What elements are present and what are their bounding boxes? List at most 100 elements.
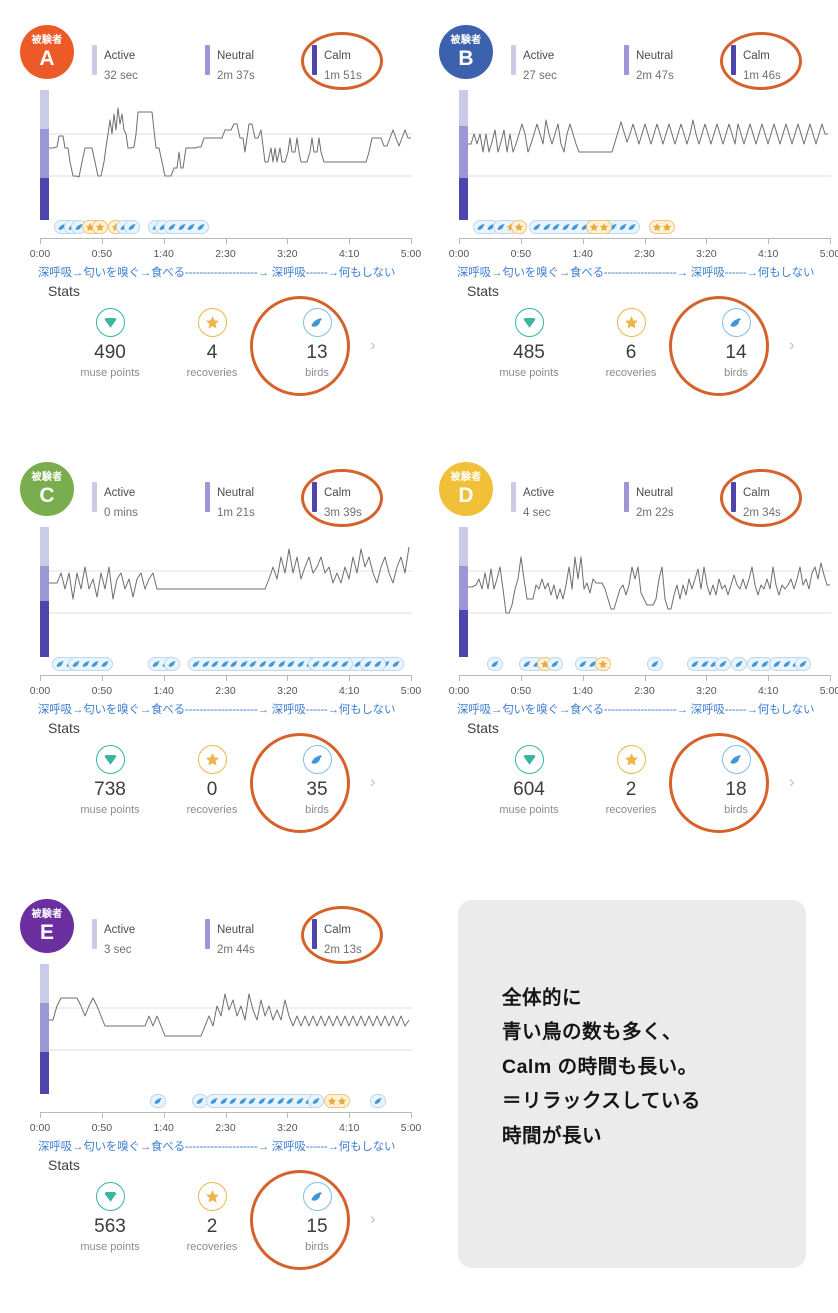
bird-marker-icon xyxy=(691,661,699,667)
bird-marker-icon xyxy=(341,661,348,667)
event-marker-group[interactable] xyxy=(360,657,386,671)
legend-segment-active xyxy=(459,527,468,566)
event-marker-group[interactable] xyxy=(164,657,180,671)
chevron-right-icon[interactable]: › xyxy=(789,336,795,353)
event-marker-group[interactable] xyxy=(547,657,563,671)
time-axis xyxy=(40,675,412,685)
metric-active: Active 32 sec xyxy=(92,45,138,85)
legend-segment-calm xyxy=(40,1052,49,1094)
bird-marker-icon xyxy=(783,661,790,667)
axis-tick xyxy=(830,239,831,244)
stat-recoveries[interactable]: 2 recoveries xyxy=(157,1182,267,1253)
stat-muse-points[interactable]: 604 muse points xyxy=(474,745,584,816)
event-marker-group[interactable] xyxy=(529,220,640,234)
event-marker-group[interactable] xyxy=(795,657,811,671)
bird-marker-icon xyxy=(229,1098,237,1104)
metric-active: Active 4 sec xyxy=(511,482,554,522)
stat-recoveries[interactable]: 0 recoveries xyxy=(157,745,267,816)
calm-value: 2m 13s xyxy=(324,944,362,956)
event-marker-group[interactable] xyxy=(647,657,663,671)
stats-heading: Stats xyxy=(48,1157,80,1173)
event-marker-group[interactable] xyxy=(68,657,113,671)
bird-marker-icon xyxy=(571,224,579,230)
signal-plot xyxy=(49,964,412,1094)
event-marker-group[interactable] xyxy=(150,1094,166,1108)
time-axis-labels: 0:00 0:50 1:40 2:30 3:20 4:10 5:00 xyxy=(448,248,838,262)
event-marker-group[interactable] xyxy=(715,657,731,671)
stat-birds[interactable]: 35 birds xyxy=(262,745,372,816)
stat-muse-points[interactable]: 490 muse points xyxy=(55,308,165,379)
event-marker-group[interactable] xyxy=(731,657,747,671)
event-marker-group[interactable] xyxy=(324,1094,350,1108)
axis-tick-label: 1:40 xyxy=(153,685,174,697)
signal-plot xyxy=(49,527,412,657)
time-axis-labels: 0:00 0:50 1:40 2:30 3:20 4:10 5:00 xyxy=(30,685,421,699)
bird-marker-icon xyxy=(287,661,295,667)
event-marker-group[interactable] xyxy=(308,1094,324,1108)
stat-birds[interactable]: 14 birds xyxy=(681,308,791,379)
neutral-label: Neutral xyxy=(636,50,674,62)
axis-tick-label: 0:00 xyxy=(448,248,470,260)
legend-segment-active xyxy=(40,527,49,566)
event-marker-group[interactable] xyxy=(487,657,503,671)
event-marker-group[interactable] xyxy=(308,657,353,671)
event-marker-group[interactable] xyxy=(586,220,612,234)
chevron-right-icon[interactable]: › xyxy=(789,773,795,790)
chevron-right-icon[interactable]: › xyxy=(370,773,376,790)
event-marker-group[interactable] xyxy=(595,657,611,671)
event-marker-group[interactable] xyxy=(370,1094,386,1108)
stat-muse-points[interactable]: 563 muse points xyxy=(55,1182,165,1253)
axis-tick-label: 5:00 xyxy=(819,248,838,260)
state-legend-bar xyxy=(40,527,49,657)
stat-birds[interactable]: 18 birds xyxy=(681,745,791,816)
recoveries-caption: recoveries xyxy=(186,1240,238,1253)
axis-tick xyxy=(459,239,460,244)
axis-tick xyxy=(706,239,708,244)
stats-row: 490 muse points 4 recoveries 13 birds › xyxy=(40,296,412,398)
chevron-right-icon[interactable]: › xyxy=(370,1210,376,1227)
star-marker-icon xyxy=(598,660,608,668)
stat-recoveries[interactable]: 4 recoveries xyxy=(157,308,267,379)
stat-recoveries[interactable]: 6 recoveries xyxy=(576,308,686,379)
time-axis-labels: 0:00 0:50 1:40 2:30 3:20 4:10 5:00 xyxy=(30,248,421,262)
muse-points-caption: muse points xyxy=(80,803,140,816)
calm-value: 1m 51s xyxy=(324,70,362,82)
star-marker-icon xyxy=(514,223,524,231)
active-color-bar xyxy=(92,45,97,75)
event-marker-group[interactable] xyxy=(649,220,675,234)
birds-caption: birds xyxy=(724,366,748,379)
event-marker-group[interactable] xyxy=(206,1094,317,1108)
event-marker-group[interactable] xyxy=(124,220,140,234)
axis-tick xyxy=(40,1113,41,1118)
event-marker-group[interactable] xyxy=(164,220,209,234)
event-marker-group[interactable] xyxy=(92,220,108,234)
bird-marker-icon xyxy=(497,224,505,230)
chevron-right-icon[interactable]: › xyxy=(370,336,376,353)
legend-segment-calm xyxy=(40,601,49,657)
gem-icon xyxy=(95,308,125,337)
neutral-label: Neutral xyxy=(217,50,255,62)
metric-neutral: Neutral 2m 22s xyxy=(624,482,674,522)
bird-icon xyxy=(302,745,332,774)
stat-birds[interactable]: 15 birds xyxy=(262,1182,372,1253)
event-marker-group[interactable] xyxy=(511,220,527,234)
bird-marker-icon xyxy=(735,661,743,667)
metric-calm: Calm 1m 46s xyxy=(731,45,781,85)
summary-note-line: 全体的に xyxy=(502,987,583,1009)
axis-tick xyxy=(768,239,770,244)
calm-value: 1m 46s xyxy=(743,70,781,82)
bird-marker-icon xyxy=(196,1098,204,1104)
calm-label: Calm xyxy=(324,50,351,62)
stat-muse-points[interactable]: 738 muse points xyxy=(55,745,165,816)
stat-muse-points[interactable]: 485 muse points xyxy=(474,308,584,379)
stat-birds[interactable]: 13 birds xyxy=(262,308,372,379)
stat-recoveries[interactable]: 2 recoveries xyxy=(576,745,686,816)
stats-heading: Stats xyxy=(48,720,80,736)
metric-calm: Calm 2m 34s xyxy=(731,482,781,522)
calm-label: Calm xyxy=(324,924,351,936)
axis-tick-label: 4:10 xyxy=(338,685,360,697)
bird-marker-icon xyxy=(248,1098,256,1104)
axis-tick-label: 0:50 xyxy=(510,685,532,697)
axis-tick-label: 4:10 xyxy=(757,248,779,260)
time-axis xyxy=(459,675,831,685)
